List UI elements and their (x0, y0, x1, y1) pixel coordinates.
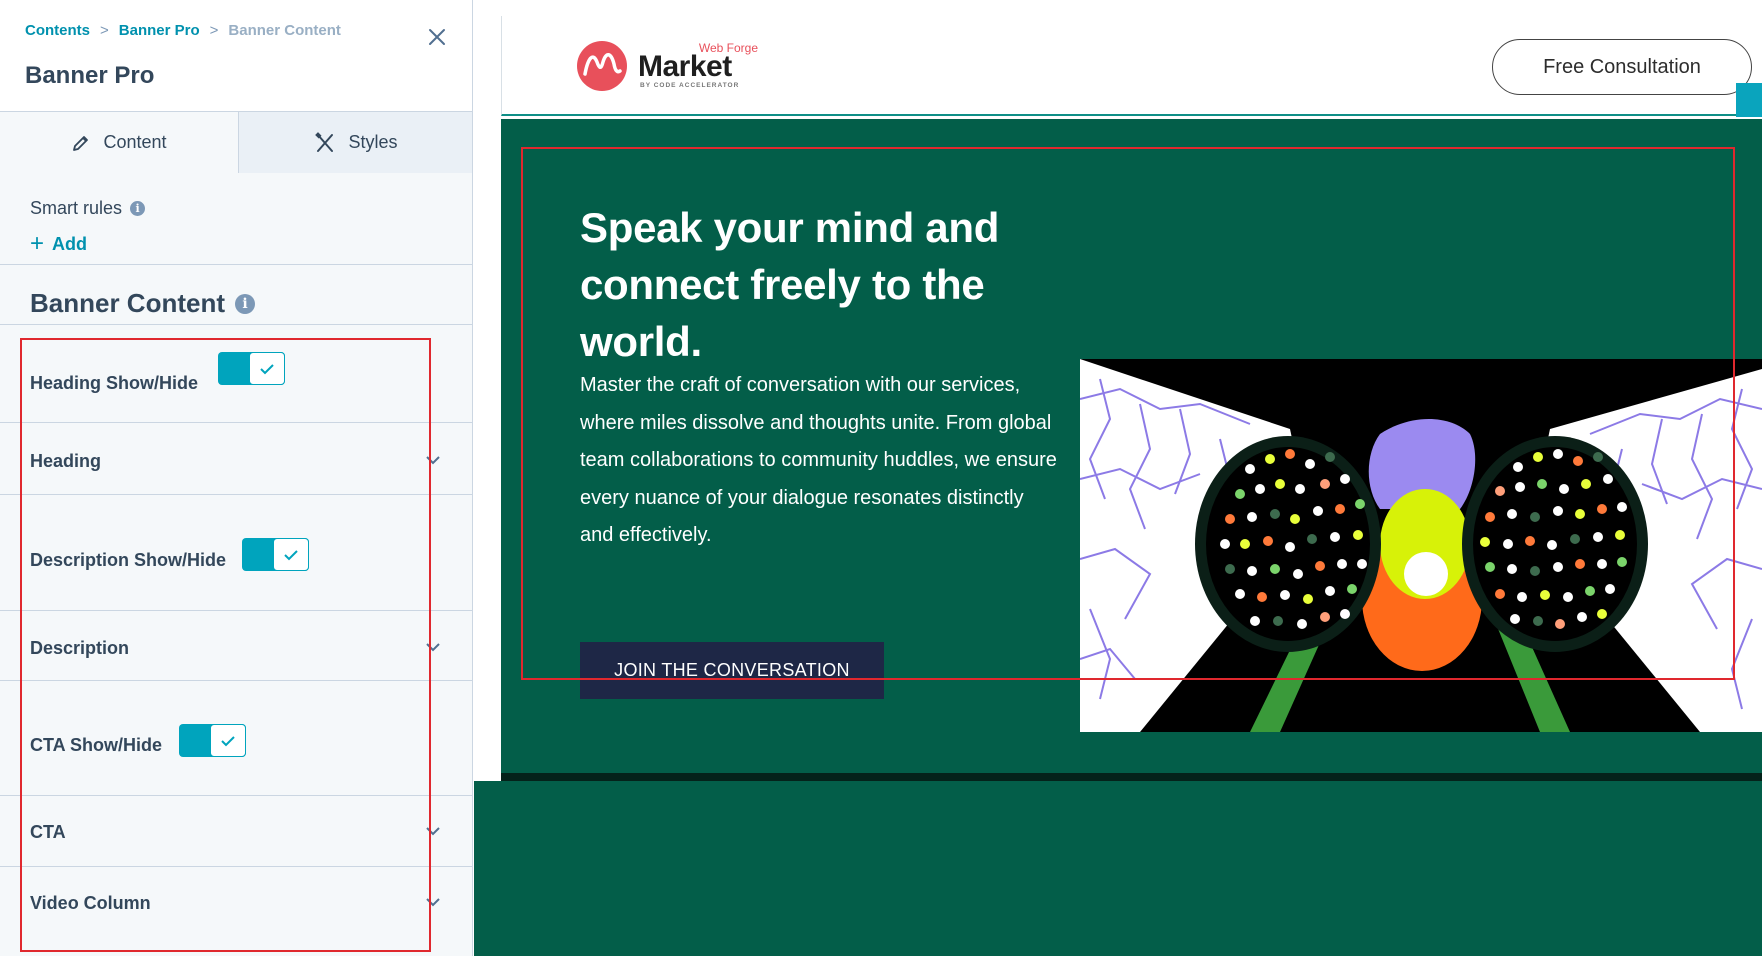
smart-rules: Smart rules i (30, 198, 146, 219)
join-conversation-button[interactable]: JOIN THE CONVERSATION (580, 642, 884, 699)
check-icon (260, 363, 274, 374)
divider (0, 264, 472, 265)
chevron-down-icon[interactable] (424, 451, 442, 469)
info-icon[interactable]: i (130, 201, 146, 216)
tab-content[interactable]: Content (0, 112, 238, 173)
video-column-field-label[interactable]: Video Column (30, 893, 151, 914)
toggle-knob (210, 724, 246, 757)
description-toggle[interactable] (242, 538, 309, 571)
logo-mark-icon (577, 41, 627, 91)
plus-icon: + (30, 230, 45, 257)
hero-description: Master the craft of conversation with ou… (580, 374, 1057, 546)
breadcrumb-contents[interactable]: Contents (25, 22, 90, 39)
add-smart-rule-button[interactable]: + Add (30, 232, 87, 256)
check-icon (284, 549, 298, 560)
divider (0, 866, 472, 867)
close-icon[interactable] (424, 24, 450, 50)
breadcrumb-separator: > (100, 22, 109, 39)
divider (0, 494, 472, 495)
pencil-icon (73, 135, 89, 151)
tab-styles[interactable]: Styles (238, 112, 472, 173)
info-icon[interactable]: i (235, 293, 255, 314)
logo-text: Web Forge Market BY CODE ACCELERATOR (638, 40, 758, 92)
hero-heading: Speak your mind and connect freely to th… (580, 204, 1000, 365)
speakers-illustration (1080, 359, 1762, 732)
free-consultation-button[interactable]: Free Consultation (1492, 39, 1752, 95)
heading-toggle[interactable] (218, 352, 285, 385)
panel-header: Contents > Banner Pro > Banner Content B… (0, 0, 472, 112)
tab-content-label: Content (103, 132, 167, 152)
breadcrumb-banner-pro[interactable]: Banner Pro (119, 22, 200, 39)
section-title: Banner Content i (30, 288, 255, 319)
smart-rules-label: Smart rules (30, 198, 123, 218)
divider (0, 324, 472, 325)
divider (0, 610, 472, 611)
panel-tabs: Content Styles (0, 112, 472, 173)
tab-styles-label: Styles (348, 132, 398, 152)
site-logo[interactable]: Web Forge Market BY CODE ACCELERATOR (576, 40, 758, 92)
chevron-down-icon[interactable] (424, 893, 442, 911)
breadcrumb-separator: > (209, 22, 219, 39)
next-section (474, 781, 1762, 956)
cta-toggle[interactable] (179, 724, 246, 757)
chevron-down-icon[interactable] (424, 638, 442, 656)
description-field-label[interactable]: Description (30, 638, 129, 659)
toggle-knob (249, 352, 285, 385)
heading-field-label[interactable]: Heading (30, 451, 101, 472)
hero-section: Speak your mind and connect freely to th… (501, 119, 1762, 773)
description-toggle-label: Description Show/Hide (30, 550, 227, 570)
chevron-down-icon[interactable] (424, 822, 442, 840)
cta-toggle-label: CTA Show/Hide (30, 735, 162, 755)
heading-toggle-label: Heading Show/Hide (30, 373, 199, 393)
site-header: Web Forge Market BY CODE ACCELERATOR Fre… (501, 16, 1762, 116)
logo-subtitle: BY CODE ACCELERATOR (640, 82, 740, 89)
panel-title: Banner Pro (25, 62, 155, 89)
editor-panel: Contents > Banner Pro > Banner Content B… (0, 0, 473, 956)
logo-main: Market (638, 50, 732, 83)
side-tab[interactable] (1736, 83, 1762, 117)
page-frame: Web Forge Market BY CODE ACCELERATOR Fre… (474, 16, 1762, 956)
hero-illustration (1080, 359, 1762, 732)
toggle-knob (273, 538, 309, 571)
divider (0, 795, 472, 796)
section-title-text: Banner Content (30, 288, 225, 318)
breadcrumb-current: Banner Content (228, 22, 341, 39)
hero-bottom-strip (501, 773, 1762, 781)
check-icon (221, 735, 235, 746)
divider (0, 422, 472, 423)
styles-icon (315, 131, 334, 152)
breadcrumb: Contents > Banner Pro > Banner Content (25, 22, 341, 39)
add-label: Add (52, 233, 88, 254)
page-preview: Web Forge Market BY CODE ACCELERATOR Fre… (474, 0, 1762, 956)
divider (0, 680, 472, 681)
cta-field-label[interactable]: CTA (30, 822, 66, 843)
